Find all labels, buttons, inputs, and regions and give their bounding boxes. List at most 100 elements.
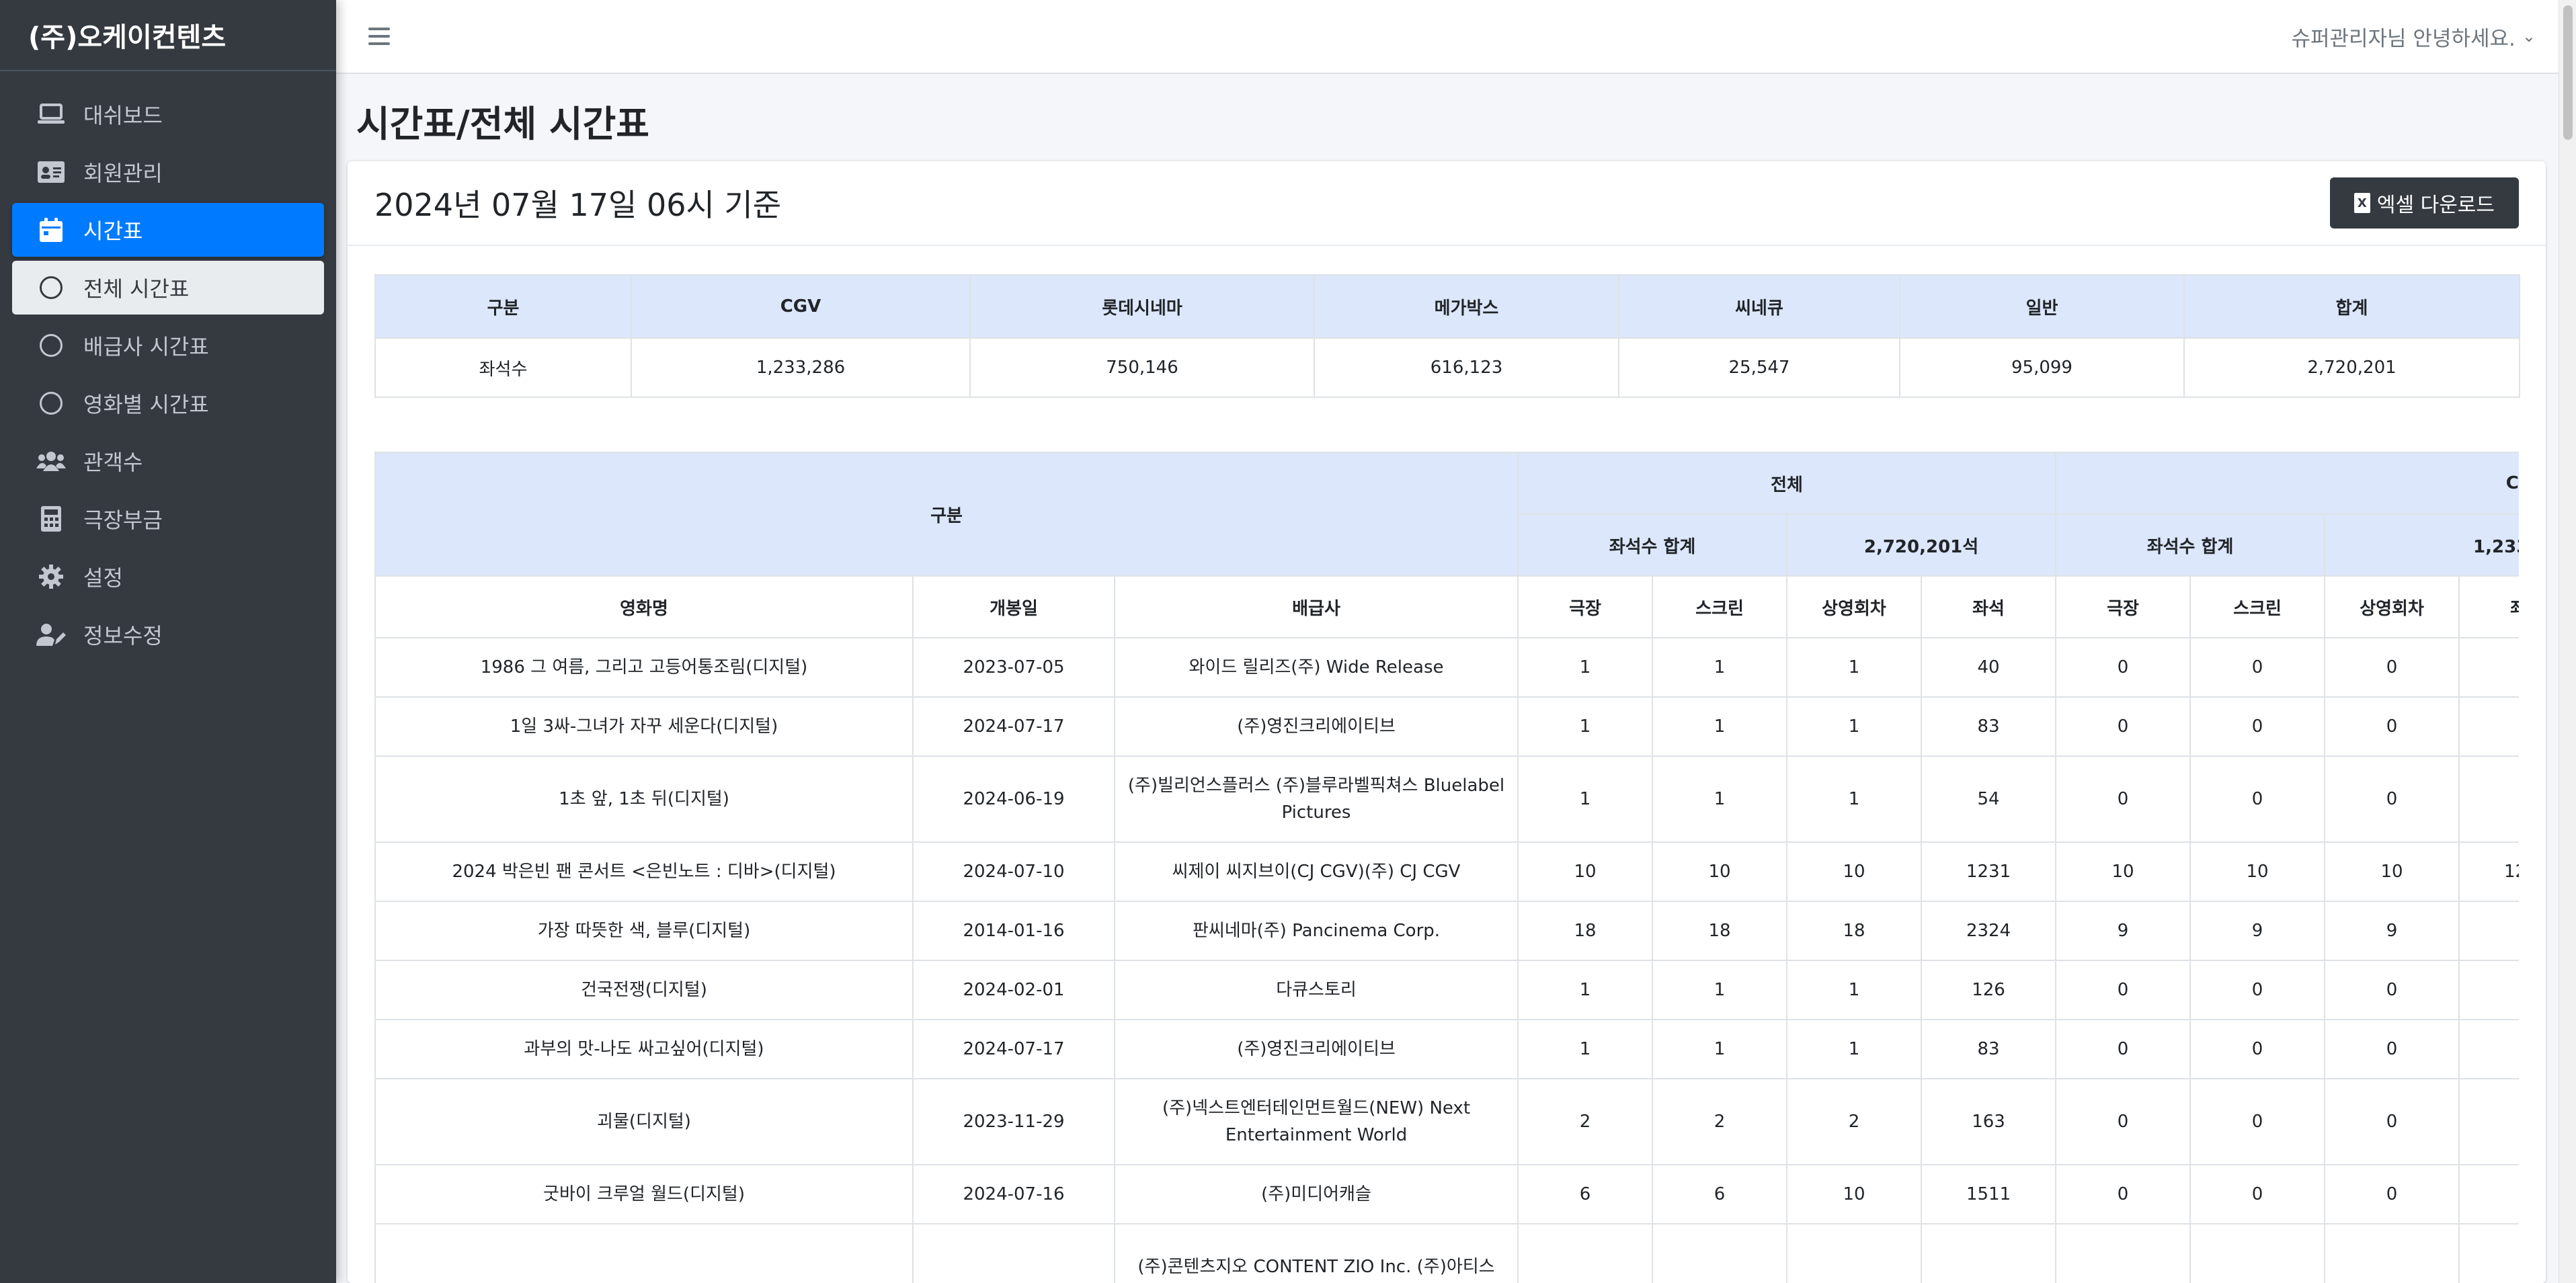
- table-cell: 괴물(디지털): [374, 1078, 914, 1165]
- table-cell: 0: [2458, 1078, 2519, 1165]
- column-header: 스크린: [1652, 575, 1788, 638]
- table-cell: 126: [1921, 960, 2057, 1020]
- table-row: 가장 따뜻한 색, 블루(디지털) 2014-01-16 판씨네마(주) Panci…: [374, 901, 2519, 961]
- sidebar-item-distributor-timetable[interactable]: 배급사 시간표: [12, 319, 324, 372]
- table-cell: 9: [2189, 901, 2326, 961]
- table-cell: 9: [2324, 901, 2460, 961]
- table-row: 1일 3싸-그녀가 자꾸 세운다(디지털) 2024-07-17 (주)영진크리에이…: [374, 696, 2519, 757]
- sidebar-item-dashboard[interactable]: 대쉬보드: [12, 87, 324, 141]
- users-icon: [36, 446, 66, 476]
- table-cell: 1: [1517, 1019, 1654, 1079]
- table-cell: 0: [2324, 1078, 2460, 1165]
- sidebar-item-label: 회원관리: [83, 161, 163, 186]
- summary-header-cell: 롯데시네마: [969, 274, 1315, 339]
- table-cell: 1: [1786, 960, 1923, 1020]
- summary-header-cell: 메가박스: [1314, 274, 1619, 339]
- table-cell: 0: [2189, 1078, 2326, 1165]
- brand[interactable]: (주)오케이컨텐츠: [0, 0, 336, 71]
- table-cell: 1: [1517, 755, 1654, 843]
- menu-toggle-icon[interactable]: [368, 28, 390, 45]
- table-cell: 40: [1921, 637, 2057, 698]
- table-cell: 0: [2458, 755, 2519, 843]
- table-cell: 1: [1517, 637, 1654, 698]
- sidebar-item-profile-edit[interactable]: 정보수정: [12, 608, 324, 661]
- table-cell: [1652, 1223, 1788, 1283]
- table-cell: 2024 박은빈 팬 콘서트 <은빈노트 : 디바>(디지털): [374, 841, 914, 902]
- summary-header-cell: 일반: [1899, 274, 2185, 339]
- table-cell: 2: [1786, 1078, 1923, 1165]
- table-cell: 굿바이 크루얼 월드(디지털): [374, 1164, 914, 1225]
- column-header: 극장: [2055, 575, 2191, 638]
- table-cell: [2055, 1223, 2191, 1283]
- table-cell: 1: [1652, 696, 1788, 757]
- sidebar-item-timetable[interactable]: 시간표: [12, 203, 324, 257]
- table-cell: 2324: [1921, 901, 2057, 961]
- table-cell: [2458, 1223, 2519, 1283]
- table-cell: [1786, 1223, 1923, 1283]
- sidebar-item-label: 대쉬보드: [83, 103, 163, 128]
- table-cell: [912, 1223, 1115, 1283]
- sidebar-item-all-timetable[interactable]: 전체 시간표: [12, 261, 324, 315]
- detail-table-scroll[interactable]: 구분 전체 CGV 좌석수 합계 2,720,201석 좌석수 합계 1,233…: [374, 452, 2519, 1283]
- table-cell: 1231: [2458, 841, 2519, 902]
- table-cell: 1231: [1921, 841, 2057, 902]
- table-cell: (주)영진크리에이티브: [1113, 1019, 1519, 1079]
- table-cell: 6: [1652, 1164, 1788, 1225]
- sidebar: (주)오케이컨텐츠 대쉬보드 회원관리 시간표 전체 시간표 배급사 시간표 영…: [0, 0, 336, 1283]
- table-cell: 0: [2189, 1164, 2326, 1225]
- calendar-icon: [36, 215, 66, 245]
- sidebar-item-movie-timetable[interactable]: 영화별 시간표: [12, 376, 324, 430]
- table-cell: 2024-07-10: [912, 841, 1115, 902]
- table-row: 굿바이 크루얼 월드(디지털) 2024-07-16 (주)미디어캐슬 6 6 10 151…: [374, 1164, 2519, 1225]
- summary-header-cell: CGV: [631, 274, 971, 339]
- seat-total-value: 2,720,201석: [1786, 513, 2057, 577]
- table-cell: 18: [1652, 901, 1788, 961]
- table-cell: 0: [2458, 960, 2519, 1020]
- seat-summary-table: 구분 CGV 롯데시네마 메가박스 씨네큐 일반 합계 좌석수 1,233,28…: [374, 274, 2520, 398]
- table-cell: 0: [2458, 696, 2519, 757]
- table-cell: 판씨네마(주) Pancinema Corp.: [1113, 901, 1519, 961]
- table-cell: 2024-06-19: [912, 755, 1115, 843]
- table-cell: 0: [2324, 960, 2460, 1020]
- sidebar-item-theater-fee[interactable]: 극장부금: [12, 492, 324, 546]
- table-cell: 83: [1921, 1019, 2057, 1079]
- column-header: 극장: [1517, 575, 1654, 638]
- table-cell: 18: [1786, 901, 1923, 961]
- summary-row: 좌석수 1,233,286 750,146 616,123 25,547 95,…: [374, 337, 2520, 398]
- sidebar-item-label: 배급사 시간표: [83, 334, 209, 360]
- sidebar-nav: 대쉬보드 회원관리 시간표 전체 시간표 배급사 시간표 영화별 시간표 관객수…: [0, 71, 336, 661]
- user-menu[interactable]: 슈퍼관리자님 안녕하세요. ⌄: [2291, 22, 2536, 52]
- table-row: 괴물(디지털) 2023-11-29 (주)넥스트엔터테인먼트월드(NEW) Nex…: [374, 1078, 2519, 1165]
- table-cell: 0: [2324, 755, 2460, 843]
- seat-total-label: 좌석수 합계: [1517, 513, 1788, 577]
- table-cell: 2014-01-16: [912, 901, 1115, 961]
- table-cell: 0: [2324, 1019, 2460, 1079]
- table-cell: [1517, 1223, 1654, 1283]
- page-scrollbar[interactable]: [2559, 0, 2576, 1283]
- sidebar-item-label: 시간표: [83, 218, 143, 244]
- chevron-down-icon: ⌄: [2522, 27, 2536, 46]
- brand-name[interactable]: (주)오케이컨텐츠: [28, 15, 226, 54]
- table-cell: 1: [1517, 960, 1654, 1020]
- sidebar-item-settings[interactable]: 설정: [12, 550, 324, 604]
- scrollbar-thumb[interactable]: [2563, 5, 2573, 140]
- calculator-icon: [36, 504, 66, 534]
- table-cell: 9: [2055, 901, 2191, 961]
- summary-cell: 95,099: [1899, 337, 2185, 398]
- group-header-row: 구분 전체 CGV: [374, 452, 2519, 577]
- table-cell: [374, 1223, 914, 1283]
- laptop-icon: [36, 99, 66, 129]
- column-header: 좌석: [2458, 575, 2519, 638]
- sidebar-item-members[interactable]: 회원관리: [12, 145, 324, 199]
- sidebar-item-audience[interactable]: 관객수: [12, 434, 324, 488]
- circle-icon: [36, 388, 66, 418]
- table-cell: 1: [1652, 1019, 1788, 1079]
- table-cell: 1: [1786, 696, 1923, 757]
- table-cell: 1: [1786, 755, 1923, 843]
- table-cell: 1: [1652, 960, 1788, 1020]
- excel-download-button[interactable]: X 엑셀 다운로드: [2329, 177, 2519, 229]
- table-cell: 0: [2189, 637, 2326, 698]
- table-cell: 54: [1921, 755, 2057, 843]
- table-cell: 2023-07-05: [912, 637, 1115, 698]
- summary-cell: 좌석수: [374, 337, 632, 398]
